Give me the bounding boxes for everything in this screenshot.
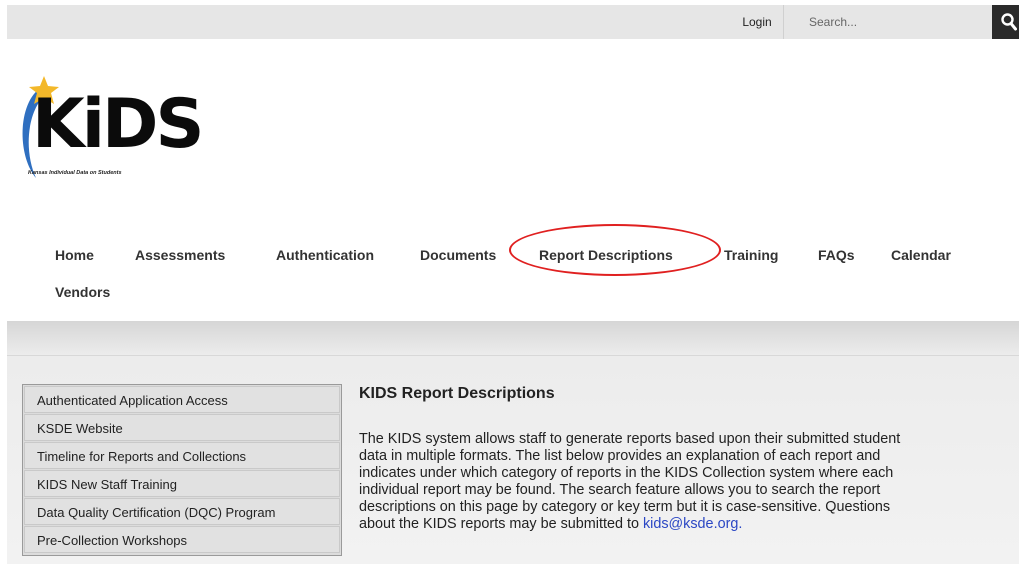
logo-text: KiDS xyxy=(32,85,204,164)
page-description: The KIDS system allows staff to generate… xyxy=(359,431,1019,533)
description-line: descriptions on this page by category or… xyxy=(359,499,891,515)
description-line: data in multiple formats. The list below… xyxy=(359,448,881,464)
email-link[interactable]: kids@ksde.org xyxy=(643,516,738,532)
description-line: The KIDS system allows staff to generate… xyxy=(359,431,901,447)
nav-item-calendar[interactable]: Calendar xyxy=(891,247,951,263)
nav-item-authentication[interactable]: Authentication xyxy=(276,247,374,263)
description-text: about the KIDS reports may be submitted … xyxy=(359,516,639,532)
nav-item-vendors[interactable]: Vendors xyxy=(55,284,110,300)
sidebar: Authenticated Application Access KSDE We… xyxy=(22,384,342,556)
description-line: indicates under which category of report… xyxy=(359,465,894,481)
search-button[interactable] xyxy=(992,5,1019,39)
top-bar: Login xyxy=(7,5,1019,39)
sidebar-item-pre-collection-workshops[interactable]: Pre-Collection Workshops xyxy=(24,526,340,553)
nav-item-report-descriptions[interactable]: Report Descriptions xyxy=(539,247,673,263)
sidebar-item-new-staff-training[interactable]: KIDS New Staff Training xyxy=(24,470,340,497)
page-title: KIDS Report Descriptions xyxy=(359,385,555,402)
search-input[interactable] xyxy=(799,10,989,34)
kids-logo[interactable]: KiDS Kansas Individual Data on Students xyxy=(14,74,204,186)
description-line-with-email: about the KIDS reports may be submitted … xyxy=(359,516,1019,533)
sidebar-item-timeline[interactable]: Timeline for Reports and Collections xyxy=(24,442,340,469)
sidebar-item-ksde-website[interactable]: KSDE Website xyxy=(24,414,340,441)
search-icon xyxy=(1001,13,1017,31)
main-nav: Home Assessments Authentication Document… xyxy=(0,236,1019,316)
logo-tagline: Kansas Individual Data on Students xyxy=(28,170,122,176)
login-link[interactable]: Login xyxy=(731,5,784,39)
sidebar-item-dqc-program[interactable]: Data Quality Certification (DQC) Program xyxy=(24,498,340,525)
nav-item-assessments[interactable]: Assessments xyxy=(135,247,225,263)
divider xyxy=(7,355,1019,356)
description-line: individual report may be found. The sear… xyxy=(359,482,881,498)
sidebar-item-authenticated-application-access[interactable]: Authenticated Application Access xyxy=(24,386,340,413)
nav-item-documents[interactable]: Documents xyxy=(420,247,496,263)
email-link-suffix: . xyxy=(738,516,743,532)
nav-item-home[interactable]: Home xyxy=(55,247,94,263)
nav-item-faqs[interactable]: FAQs xyxy=(818,247,855,263)
nav-item-training[interactable]: Training xyxy=(724,247,778,263)
